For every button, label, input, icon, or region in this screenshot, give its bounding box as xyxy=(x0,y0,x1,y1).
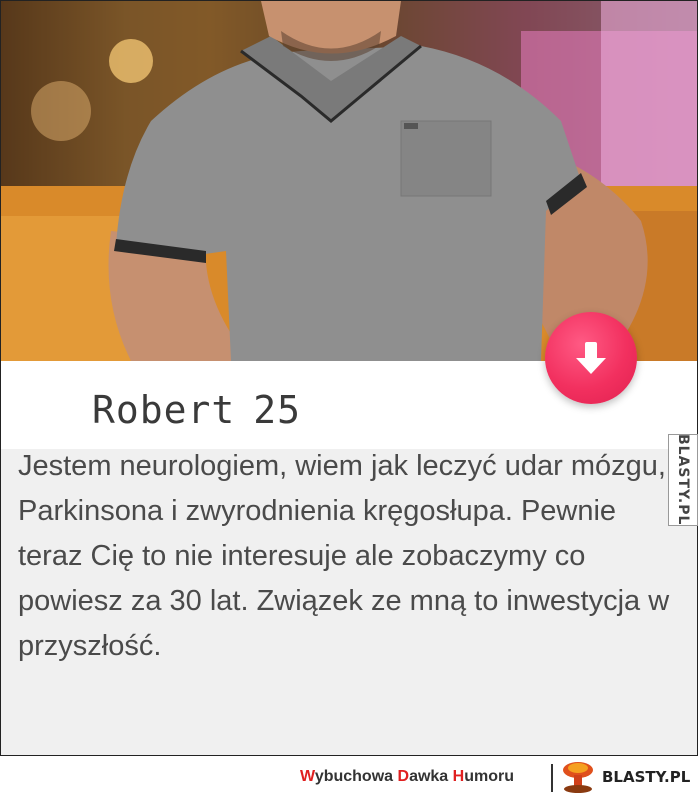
mushroom-cloud-icon[interactable] xyxy=(560,761,596,793)
profile-photo xyxy=(1,1,697,361)
tagline-initial-3: H xyxy=(452,768,465,785)
footer-tagline: Wybuchowa Dawka Humoru xyxy=(300,768,514,786)
footer-divider xyxy=(551,764,553,792)
tagline-initial-2: D xyxy=(397,768,410,785)
arrow-down-icon xyxy=(576,342,606,374)
profile-age: 25 xyxy=(253,388,302,432)
dislike-button[interactable] xyxy=(545,312,637,404)
watermark-text: BLASTY.PL xyxy=(675,434,691,526)
tagline-word-3: umoru xyxy=(464,768,514,785)
watermark: BLASTY.PL xyxy=(668,434,698,526)
tagline-word-2: awka xyxy=(409,768,453,785)
tagline-initial-1: W xyxy=(300,768,315,785)
footer-brand[interactable]: BLASTY.PL xyxy=(602,768,690,786)
profile-bio: Jestem neurologiem, wiem jak leczyć udar… xyxy=(18,450,670,662)
profile-name: Robert xyxy=(92,388,236,432)
name-age-row: Robert 25 xyxy=(92,388,301,432)
tagline-word-1: ybuchowa xyxy=(314,768,398,785)
